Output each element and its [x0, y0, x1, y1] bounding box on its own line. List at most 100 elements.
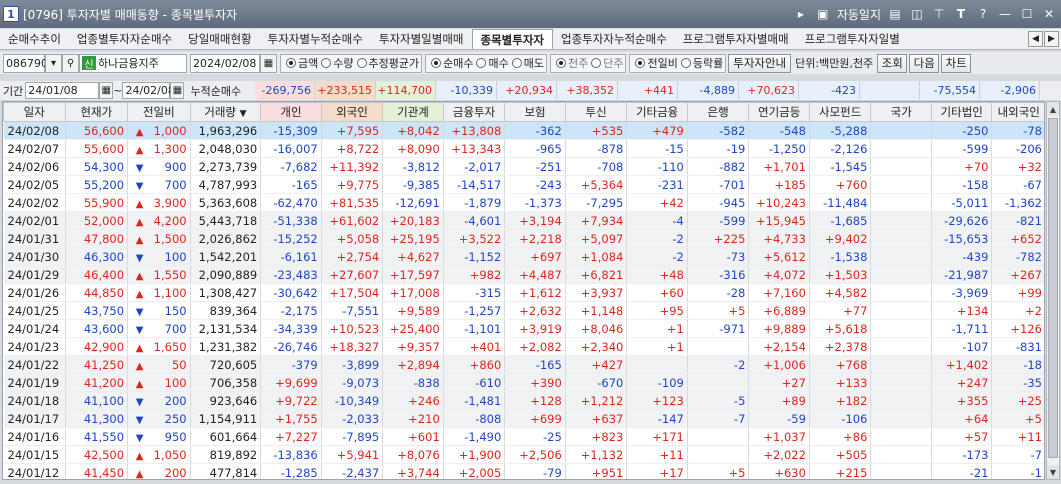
col-trust[interactable]: 투신	[564, 102, 628, 122]
table-row[interactable]: 24/01/25 43,750 ▼ 150 839,364 -2,175 -7,551 +9,…	[3, 301, 1044, 320]
col-financial-investment[interactable]: 금융투자	[442, 102, 506, 122]
cell-change: ▼ 700	[127, 175, 191, 194]
col-institution[interactable]: 기관계	[382, 102, 444, 122]
radio-amount[interactable]: 금액	[286, 55, 318, 71]
window-number[interactable]: 1	[3, 6, 19, 22]
col-foreign[interactable]: 외국인	[320, 102, 384, 122]
table-row[interactable]: 24/01/19 41,200 ▲ 100 706,358 +9,699 -9,073 -83…	[3, 373, 1044, 392]
tab-net-buy-trend[interactable]: 순매수추이	[0, 29, 69, 49]
cell-pension: +27	[748, 373, 810, 392]
layout-icon[interactable]: ▤	[887, 6, 903, 22]
split-icon[interactable]: ◫	[909, 6, 925, 22]
period-start-input[interactable]: 24/01/08	[25, 82, 100, 99]
tab-investor-cumulative[interactable]: 투자자별누적순매수	[260, 29, 371, 49]
scroll-down-icon[interactable]: ▼	[1047, 465, 1059, 479]
radio-quantity[interactable]: 수량	[321, 55, 354, 71]
calendar-icon[interactable]: ▦	[170, 82, 185, 99]
tab-program-investor[interactable]: 프로그램투자자별매매	[675, 29, 797, 49]
table-row[interactable]: 24/01/31 47,800 ▲ 1,500 2,026,862 -15,252 +5,0…	[3, 229, 1044, 248]
tab-sector-cumulative[interactable]: 업종투자자누적순매수	[553, 29, 675, 49]
table-row[interactable]: 24/01/26 44,850 ▲ 1,100 1,308,427 -30,642 +17,…	[3, 283, 1044, 302]
sort-down-icon[interactable]: ▼	[240, 109, 247, 119]
table-row[interactable]: 24/02/07 55,600 ▲ 1,300 2,048,030 -16,007 +8,7…	[3, 139, 1044, 158]
radio-thousand-shares[interactable]: 천주	[555, 55, 588, 71]
col-change[interactable]: 전일비	[127, 102, 191, 122]
table-row[interactable]: 24/01/18 41,100 ▼ 200 923,646 +9,722 -10,349 +2…	[3, 391, 1044, 410]
tab-right-arrow-icon[interactable]: ▶	[1044, 31, 1059, 47]
screen-icon[interactable]: ▣	[815, 6, 831, 22]
table-row[interactable]: 24/01/12 41,450 ▲ 200 477,814 -1,285 -2,437 +3,…	[3, 463, 1044, 479]
table-row[interactable]: 24/01/16 41,550 ▼ 950 601,664 +7,227 -7,895 +60…	[3, 427, 1044, 446]
table-row[interactable]: 24/02/01 52,000 ▲ 4,200 5,443,718 -51,338 +61,…	[3, 211, 1044, 230]
table-row[interactable]: 24/01/22 41,250 ▲ 50 720,605 -379 -3,899 +2,894…	[3, 355, 1044, 374]
play-icon[interactable]: ▸	[793, 6, 809, 22]
table-row[interactable]: 24/01/15 42,500 ▲ 1,050 819,892 -13,836 +5,941…	[3, 445, 1044, 464]
dropdown-icon[interactable]: ▾	[45, 53, 62, 73]
col-nation[interactable]: 국가	[870, 102, 932, 122]
cell-bank: -19	[687, 139, 750, 158]
cell-domestic-foreign: -35	[991, 373, 1044, 392]
radio-single-shares[interactable]: 단주	[591, 55, 623, 71]
cell-pension: +1,006	[748, 355, 810, 374]
col-private-fund[interactable]: 사모펀드	[808, 102, 872, 122]
tab-investor-daily[interactable]: 투자자별일별매매	[371, 29, 472, 49]
minimize-icon[interactable]: —	[997, 6, 1013, 22]
pin-icon[interactable]: ⊤	[931, 6, 947, 22]
col-date[interactable]: 일자	[3, 102, 66, 122]
tab-stock-investor[interactable]: 종목별투자자	[471, 29, 553, 49]
query-button[interactable]: 조회	[877, 53, 908, 73]
tab-daily-status[interactable]: 당일매매현황	[180, 29, 259, 49]
investor-guide-button[interactable]: 투자자안내	[728, 53, 792, 73]
up-triangle-icon: ▲	[135, 270, 144, 282]
col-price[interactable]: 현재가	[64, 102, 129, 122]
table-row[interactable]: 24/02/08 56,600 ▲ 1,000 1,963,296 -15,309 +7,5…	[3, 121, 1044, 140]
font-icon[interactable]: T	[953, 6, 969, 22]
radio-net-buy[interactable]: 순매수	[431, 55, 473, 71]
vertical-scrollbar[interactable]: ▲ ▼	[1046, 101, 1060, 480]
period-end-input[interactable]: 24/02/08	[122, 82, 175, 99]
col-other-finance[interactable]: 기타금융	[626, 102, 688, 122]
tab-left-arrow-icon[interactable]: ◀	[1028, 31, 1043, 47]
autosave-label[interactable]: 자동일지	[837, 6, 881, 23]
table-row[interactable]: 24/01/30 46,300 ▼ 100 1,542,201 -6,161 +2,754 +…	[3, 247, 1044, 266]
radio-change-rate[interactable]: 등락률	[680, 55, 723, 71]
close-icon[interactable]: ✕	[1041, 6, 1057, 22]
radio-sell[interactable]: 매도	[511, 55, 544, 71]
cum-financial-investment: -10,339	[436, 81, 497, 100]
radio-buy[interactable]: 매수	[476, 55, 509, 71]
search-icon[interactable]: ⚲	[62, 53, 79, 73]
scroll-thumb[interactable]	[1048, 118, 1058, 458]
down-triangle-icon: ▼	[135, 414, 144, 426]
tab-program-daily[interactable]: 프로그램투자자일별	[797, 29, 908, 49]
col-bank[interactable]: 은행	[686, 102, 750, 122]
maximize-icon[interactable]: ☐	[1019, 6, 1035, 22]
col-volume[interactable]: 거래량 ▼	[189, 102, 262, 122]
tab-sector-investor[interactable]: 업종별투자자순매수	[69, 29, 180, 49]
col-other-corp[interactable]: 기타법인	[930, 102, 993, 122]
next-button[interactable]: 다음	[909, 53, 940, 73]
cell-insurance: +1,612	[504, 283, 566, 302]
radio-avg-price[interactable]: 추정평균가	[356, 55, 419, 71]
col-domestic-foreign[interactable]: 내외국인	[991, 102, 1044, 122]
table-row[interactable]: 24/01/17 41,300 ▼ 250 1,154,911 +1,755 -2,033 +…	[3, 409, 1044, 428]
table-row[interactable]: 24/02/05 55,200 ▼ 700 4,787,993 -165 +9,775 -9,…	[3, 175, 1044, 194]
table-row[interactable]: 24/02/02 55,900 ▲ 3,900 5,363,608 -62,470 +81,…	[3, 193, 1044, 212]
date-input[interactable]: 2024/02/08	[190, 53, 260, 73]
scroll-up-icon[interactable]: ▲	[1047, 102, 1059, 116]
col-pension[interactable]: 연기금등	[748, 102, 810, 122]
calendar-icon[interactable]: ▦	[260, 53, 277, 73]
col-individual[interactable]: 개인	[260, 102, 322, 122]
table-row[interactable]: 24/01/29 46,400 ▲ 1,550 2,090,889 -23,483 +27,…	[3, 265, 1044, 284]
stock-code-input[interactable]: 086790	[3, 53, 48, 73]
stock-name-box[interactable]: 신 하나금융지주	[79, 53, 187, 73]
cell-domestic-foreign: +2	[991, 301, 1044, 320]
table-row[interactable]: 24/02/06 54,300 ▼ 900 2,273,739 -7,682 +11,392…	[3, 157, 1044, 176]
cell-date: 24/01/24	[3, 319, 66, 338]
chart-button[interactable]: 차트	[941, 53, 972, 73]
table-row[interactable]: 24/01/23 42,900 ▲ 1,650 1,231,382 -26,746 +18,…	[3, 337, 1044, 356]
col-insurance[interactable]: 보험	[504, 102, 566, 122]
radio-prev-day[interactable]: 전일비	[635, 55, 678, 71]
help-icon[interactable]: ?	[975, 6, 991, 22]
table-row[interactable]: 24/01/24 43,600 ▼ 700 2,131,534 -34,339 +10,52…	[3, 319, 1044, 338]
calendar-icon[interactable]: ▦	[99, 82, 114, 99]
